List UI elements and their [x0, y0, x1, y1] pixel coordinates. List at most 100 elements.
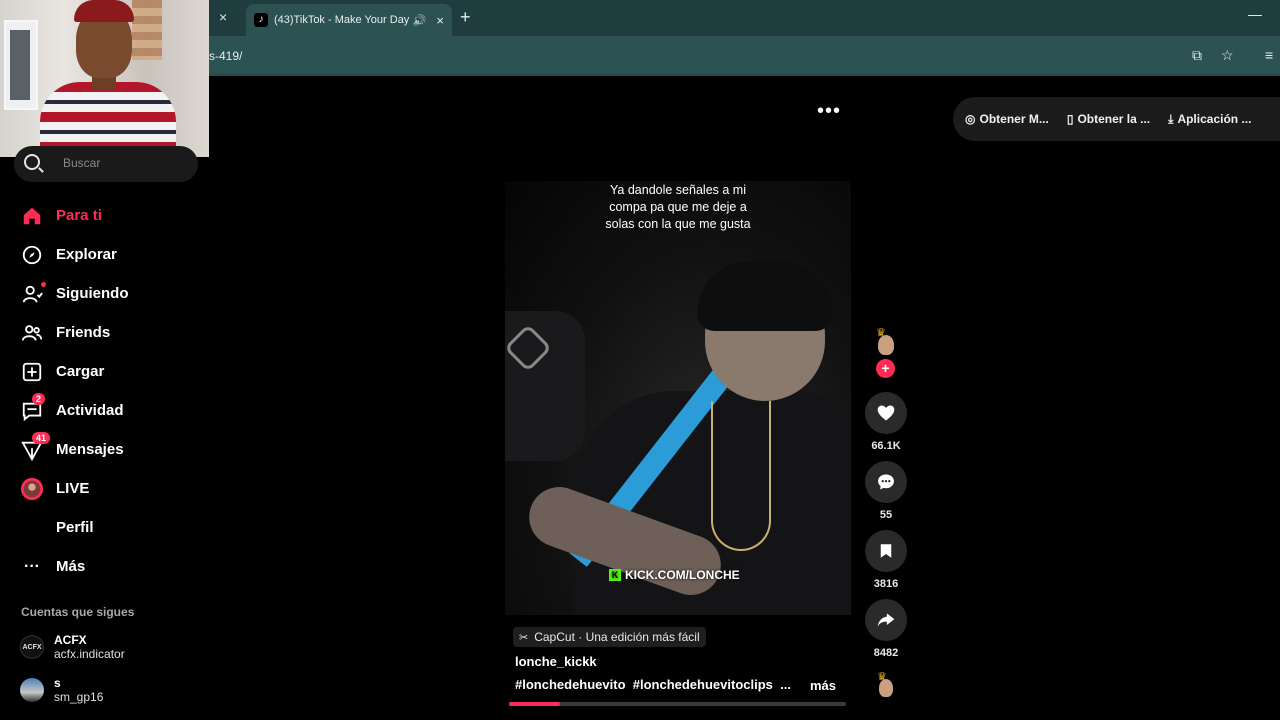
speaker-icon[interactable]: 🔊 — [413, 14, 427, 27]
kick-watermark-text: KICK.COM/LONCHE — [625, 568, 740, 582]
sidebar-item-friends[interactable]: Friends — [20, 313, 200, 352]
following-account-s[interactable]: s sm_gp16 — [20, 672, 103, 708]
sidebar-item-perfil[interactable]: Perfil — [20, 508, 200, 547]
following-icon — [20, 281, 46, 306]
comment-button[interactable] — [865, 461, 907, 503]
account-handle: acfx.indicator — [54, 647, 125, 661]
minimize-window-button[interactable]: — — [1248, 6, 1262, 22]
video-scene-chain — [711, 401, 771, 551]
phone-icon: ▯ — [1066, 112, 1074, 126]
live-icon — [20, 477, 44, 501]
share-button[interactable] — [865, 599, 907, 641]
messages-badge: 41 — [32, 431, 51, 444]
search-icon — [24, 154, 40, 170]
sidebar-nav: Para ti Explorar Siguiendo Friends Carga… — [20, 196, 200, 586]
sidebar-item-cargar[interactable]: Cargar — [20, 352, 200, 391]
account-name: s — [54, 676, 61, 690]
sidebar-item-label: Perfil — [56, 519, 94, 536]
comment-icon — [878, 474, 894, 490]
account-name: ACFX — [54, 633, 87, 647]
video-author[interactable]: lonche_kickk — [515, 654, 597, 669]
sidebar-item-para-ti[interactable]: Para ti — [20, 196, 200, 235]
activity-badge: 2 — [32, 392, 46, 405]
music-disc-avatar[interactable]: ♛ — [876, 670, 896, 700]
search-placeholder: Buscar — [63, 156, 101, 170]
sidebar-item-label: Actividad — [56, 402, 124, 419]
avatar — [20, 678, 44, 702]
webcam-background-shelf — [132, 0, 162, 60]
creator-avatar[interactable]: ♛ — [873, 326, 899, 362]
sidebar-item-label: Cargar — [56, 363, 105, 380]
description-more-button[interactable]: más — [810, 678, 836, 693]
kick-logo-icon: K — [609, 569, 621, 581]
capcut-label: CapCut · Una edición más fácil — [534, 630, 700, 644]
comment-count: 55 — [879, 509, 893, 521]
sidebar-item-live[interactable]: LIVE — [20, 469, 200, 508]
capcut-icon: ✂ — [519, 631, 529, 644]
search-input[interactable]: Buscar — [14, 146, 198, 182]
sidebar-item-actividad[interactable]: 2 Actividad — [20, 391, 200, 430]
sidebar-item-label: Mensajes — [56, 441, 124, 458]
webcam-background-window — [10, 30, 30, 100]
kick-watermark: K KICK.COM/LONCHE — [609, 568, 740, 582]
previous-tab-close-icon[interactable]: × — [219, 9, 227, 25]
like-button[interactable] — [865, 392, 907, 434]
video-progress-fill — [509, 702, 560, 706]
like-count: 66.1K — [871, 440, 901, 452]
top-actions-bar: ◎ Obtener M... ▯ Obtener la ... ⤓ Aplica… — [953, 97, 1280, 141]
activity-icon: 2 — [20, 392, 46, 423]
tab-close-icon[interactable]: × — [436, 13, 444, 28]
profile-icon — [20, 516, 44, 540]
share-icon — [877, 613, 895, 627]
video-hashtags[interactable]: #lonchedehuevito #lonchedehuevitoclips .… — [515, 677, 791, 692]
desktop-app-label: Aplicación ... — [1177, 112, 1252, 126]
coin-icon: ◎ — [965, 112, 976, 126]
desktop-app-button[interactable]: ⤓ Aplicación ... — [1168, 112, 1251, 127]
new-tab-button[interactable]: + — [460, 7, 471, 28]
video-scene-hair — [697, 261, 833, 331]
get-app-button[interactable]: ▯ Obtener la ... — [1067, 112, 1150, 126]
webcam-overlay — [0, 0, 209, 157]
tiktok-favicon-icon: ♪ — [254, 13, 268, 27]
video-progress-bar[interactable] — [509, 702, 846, 706]
get-app-label: Obtener la ... — [1077, 112, 1151, 126]
sidebar-item-label: LIVE — [56, 480, 90, 497]
bookmark-icon — [880, 544, 892, 558]
url-text[interactable]: s-419/ — [209, 49, 242, 63]
get-coins-label: Obtener M... — [979, 112, 1049, 126]
sidebar-item-label: Más — [56, 558, 86, 575]
reading-list-icon[interactable]: ≡ — [1265, 47, 1273, 63]
video-more-options-button[interactable]: ••• — [817, 100, 841, 123]
webcam-person-cap — [74, 0, 134, 22]
video-player[interactable]: Ya dandole señales a mi compa pa que me … — [505, 181, 851, 615]
bookmark-star-icon[interactable]: ☆ — [1221, 47, 1234, 64]
upload-icon — [20, 360, 44, 384]
creator-avatar-face — [878, 335, 894, 355]
sidebar-item-explorar[interactable]: Explorar — [20, 235, 200, 274]
sidebar-item-label: Siguiendo — [56, 285, 129, 302]
follow-creator-button[interactable]: + — [876, 359, 895, 378]
avatar: ACFX — [20, 635, 44, 659]
screen: × ♪ (43)TikTok - Make Your Day 🔊 × + — s… — [0, 0, 1280, 720]
compass-icon — [20, 243, 44, 267]
share-count: 8482 — [873, 647, 899, 659]
more-icon: ··· — [24, 557, 40, 575]
video-caption: Ya dandole señales a mi compa pa que me … — [605, 183, 751, 231]
home-icon — [20, 204, 44, 228]
download-icon: ⤓ — [1168, 111, 1174, 126]
get-coins-button[interactable]: ◎ Obtener M... — [965, 112, 1049, 126]
save-button[interactable] — [865, 530, 907, 572]
sidebar-item-mas[interactable]: ··· Más — [20, 547, 200, 586]
notification-dot — [41, 281, 46, 287]
sidebar-item-label: Para ti — [56, 207, 102, 224]
browser-tab-tiktok[interactable]: ♪ (43)TikTok - Make Your Day 🔊 × — [246, 4, 452, 36]
install-app-icon[interactable]: ⧉ — [1192, 47, 1202, 64]
sidebar-item-siguiendo[interactable]: Siguiendo — [20, 274, 200, 313]
capcut-effect-link[interactable]: ✂ CapCut · Una edición más fácil — [513, 627, 706, 647]
music-disc-face — [879, 679, 893, 697]
following-section-title: Cuentas que sigues — [21, 605, 135, 619]
sidebar-item-mensajes[interactable]: 41 Mensajes — [20, 430, 200, 469]
following-account-acfx[interactable]: ACFX ACFX acfx.indicator — [20, 629, 125, 665]
account-handle: sm_gp16 — [54, 690, 104, 704]
friends-icon — [20, 321, 44, 345]
